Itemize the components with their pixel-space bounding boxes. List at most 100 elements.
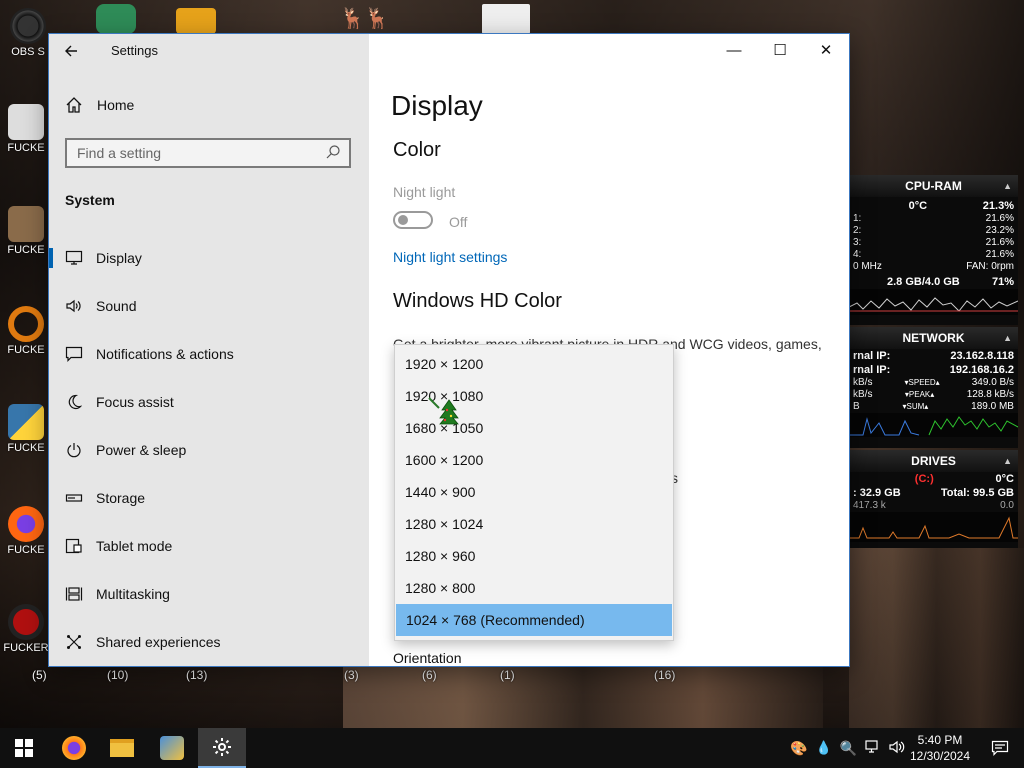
sidebar-item-sound[interactable]: Sound <box>49 282 369 330</box>
desktop-count-label: (3) <box>344 668 359 682</box>
resolution-option[interactable]: 1920 × 1200 <box>395 348 673 380</box>
core-id: 3: <box>853 237 862 248</box>
resolution-option[interactable]: 1280 × 800 <box>395 572 673 604</box>
net-peak-value: 128.8 kB/s <box>966 389 1014 400</box>
python-icon <box>8 404 44 440</box>
collapse-icon[interactable]: ▲ <box>1003 175 1012 197</box>
desktop-icon-red[interactable]: FUCKER <box>2 604 50 654</box>
action-center-icon <box>991 740 1009 756</box>
clock-time: 5:40 PM <box>917 733 963 747</box>
desktop-icon-python[interactable]: FUCKE <box>2 404 50 454</box>
cpu-freq: 0 MHz <box>853 261 882 272</box>
start-button[interactable] <box>0 728 48 768</box>
sidebar-item-storage[interactable]: Storage <box>49 474 369 522</box>
sidebar-item-notifications[interactable]: Notifications & actions <box>49 330 369 378</box>
cpu-ram-widget: CPU-RAM ▲ 0°C 21.3% 1: 21.6% 2: 23.2% 3: 21.6… <box>849 175 1018 325</box>
sidebar-item-label: Focus assist <box>96 394 174 410</box>
taskbar-firefox[interactable] <box>50 728 98 768</box>
net-speed-left: kB/s <box>853 377 873 388</box>
desktop-icon-label: FUCKE <box>7 244 45 256</box>
sidebar-item-shared-experiences[interactable]: Shared experiences <box>49 618 369 666</box>
hd-color-heading: Windows HD Color <box>393 290 562 312</box>
taskbar-file-explorer[interactable] <box>98 728 146 768</box>
cpu-temp: 0°C <box>908 200 928 212</box>
network-widget: NETWORK ▲ rnal IP: 23.162.8.118 rnal IP: 19… <box>849 327 1018 448</box>
obs-icon <box>10 8 46 44</box>
resolution-option-selected[interactable]: 1024 × 768 (Recommended) <box>396 604 672 636</box>
taskbar-chat-app[interactable] <box>148 728 196 768</box>
sidebar-item-multitasking[interactable]: Multitasking <box>49 570 369 618</box>
net-sum-value: 189.0 MB <box>971 401 1014 412</box>
cpu-total: 21.3% <box>982 200 1014 212</box>
moon-icon <box>65 393 83 411</box>
speaker-icon <box>65 297 83 315</box>
sidebar-item-focus-assist[interactable]: Focus assist <box>49 378 369 426</box>
cpu-ram-header: CPU-RAM ▲ <box>849 175 1018 197</box>
core-id: 2: <box>853 225 862 236</box>
resolution-option[interactable]: 1440 × 900 <box>395 476 673 508</box>
wallpaper-photo-strip <box>343 666 823 728</box>
desktop-count-label: (13) <box>186 668 208 682</box>
network-graph <box>849 413 1018 437</box>
sidebar-home[interactable]: Home <box>65 96 134 114</box>
drive-io-right: 0.0 <box>1000 500 1014 511</box>
pixel-character-icon[interactable] <box>482 4 530 34</box>
net-sum-label: ▾SUM▴ <box>902 402 929 411</box>
sidebar-section-title: System <box>65 192 115 208</box>
clock-date: 12/30/2024 <box>909 749 971 763</box>
resolution-option[interactable]: 1280 × 1024 <box>395 508 673 540</box>
back-arrow-icon <box>65 45 77 57</box>
collapse-icon[interactable]: ▲ <box>1003 327 1012 349</box>
core-value: 21.6% <box>985 237 1014 248</box>
desktop-count-label: (10) <box>107 668 129 682</box>
collapse-icon[interactable]: ▲ <box>1003 450 1012 472</box>
orange-ring-icon <box>8 306 44 342</box>
action-center-button[interactable] <box>976 728 1024 768</box>
net-sum-left: B <box>853 401 860 412</box>
taskbar-settings[interactable] <box>198 728 246 768</box>
sidebar-item-display[interactable]: Display <box>49 234 369 282</box>
tray-drop-icon[interactable]: 💧 <box>815 740 831 756</box>
color-heading: Color <box>393 139 441 161</box>
minimize-button[interactable]: — <box>711 34 757 66</box>
close-button[interactable]: ✕ <box>803 34 849 66</box>
firefox-icon <box>62 736 86 760</box>
network-icon[interactable] <box>865 739 881 757</box>
resolution-dropdown[interactable]: 1920 × 1200 1920 × 1080 1680 × 1050 1600… <box>394 344 674 641</box>
fan-speed: FAN: 0rpm <box>966 261 1014 272</box>
desktop-icon-orange[interactable]: FUCKE <box>2 306 50 356</box>
desktop-icon-label: FUCKE <box>7 442 45 454</box>
character-sprite-icon[interactable] <box>96 4 136 34</box>
volume-icon[interactable] <box>889 740 905 757</box>
desktop-icon-firefox[interactable]: FUCKE <box>2 506 50 556</box>
desktop-icon-game[interactable]: FUCKE <box>2 206 50 256</box>
tray-app-icon[interactable]: 🎨 <box>790 740 807 757</box>
window-title: Settings <box>111 43 158 58</box>
drive-total: Total: 99.5 GB <box>940 487 1014 499</box>
wallpaper-right-area <box>849 548 1024 728</box>
drive-io-left: 417.3 k <box>853 500 886 511</box>
desktop-icon-folder[interactable]: FUCKE <box>2 104 50 154</box>
search-icon <box>326 145 340 159</box>
back-button[interactable] <box>63 40 85 62</box>
network-header: NETWORK ▲ <box>849 327 1018 349</box>
tray-search-icon[interactable]: 🔍 <box>840 740 857 757</box>
sidebar-item-tablet-mode[interactable]: Tablet mode <box>49 522 369 570</box>
file-explorer-icon <box>110 739 134 757</box>
gold-sprite-icon[interactable] <box>176 8 216 34</box>
sidebar-item-power-sleep[interactable]: Power & sleep <box>49 426 369 474</box>
core-id: 1: <box>853 213 862 224</box>
settings-search-input[interactable]: Find a setting <box>65 138 351 168</box>
desktop-count-label: (16) <box>654 668 676 682</box>
maximize-button[interactable]: ☐ <box>757 34 803 66</box>
taskbar-clock[interactable]: 5:40 PM 12/30/2024 <box>904 732 976 764</box>
external-ip: 192.168.16.2 <box>949 364 1014 376</box>
core-value: 23.2% <box>985 225 1014 236</box>
desktop-icon-obs[interactable]: OBS S <box>4 8 52 58</box>
drive-temp: 0°C <box>995 473 1014 485</box>
internal-ip: 23.162.8.118 <box>950 350 1014 362</box>
resolution-option[interactable]: 1600 × 1200 <box>395 444 673 476</box>
night-light-settings-link[interactable]: Night light settings <box>393 249 507 265</box>
resolution-option[interactable]: 1280 × 960 <box>395 540 673 572</box>
night-light-toggle[interactable] <box>393 211 433 229</box>
